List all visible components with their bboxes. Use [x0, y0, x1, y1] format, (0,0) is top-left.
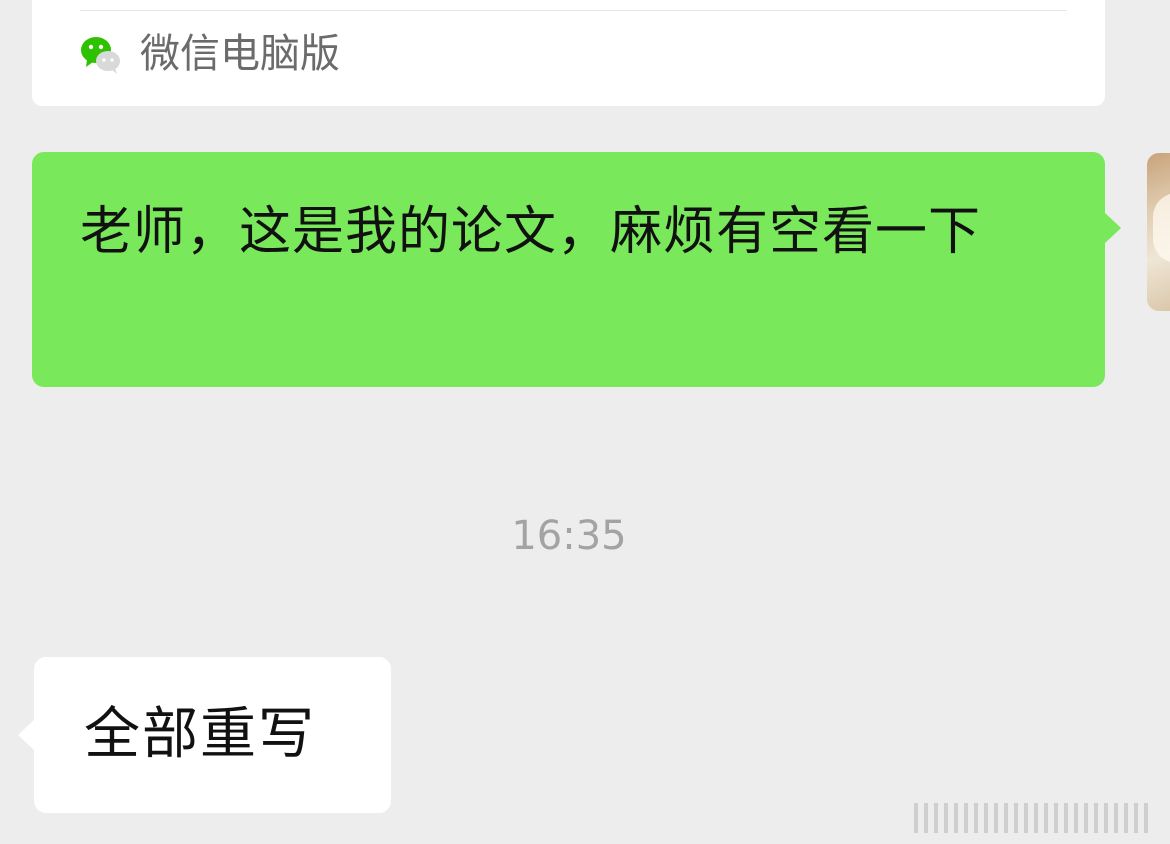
message-timestamp: 16:35 [511, 513, 627, 559]
received-message-bubble[interactable]: 全部重写 [18, 657, 391, 813]
wechat-icon [81, 37, 120, 74]
sent-message-text: 老师，这是我的论文，麻烦有空看一下 [80, 202, 982, 262]
received-message-text: 全部重写 [84, 702, 316, 767]
user-avatar[interactable] [1147, 153, 1170, 311]
card-source-row: 微信电脑版 [78, 32, 340, 76]
avatar-image-shape [1153, 193, 1170, 263]
card-divider [80, 10, 1067, 11]
card-source-label: 微信电脑版 [140, 31, 340, 77]
shared-card[interactable]: 微信电脑版 [32, 0, 1105, 106]
barcode-watermark [914, 800, 1164, 836]
sent-message-bubble[interactable]: 老师，这是我的论文，麻烦有空看一下 [32, 152, 1121, 387]
